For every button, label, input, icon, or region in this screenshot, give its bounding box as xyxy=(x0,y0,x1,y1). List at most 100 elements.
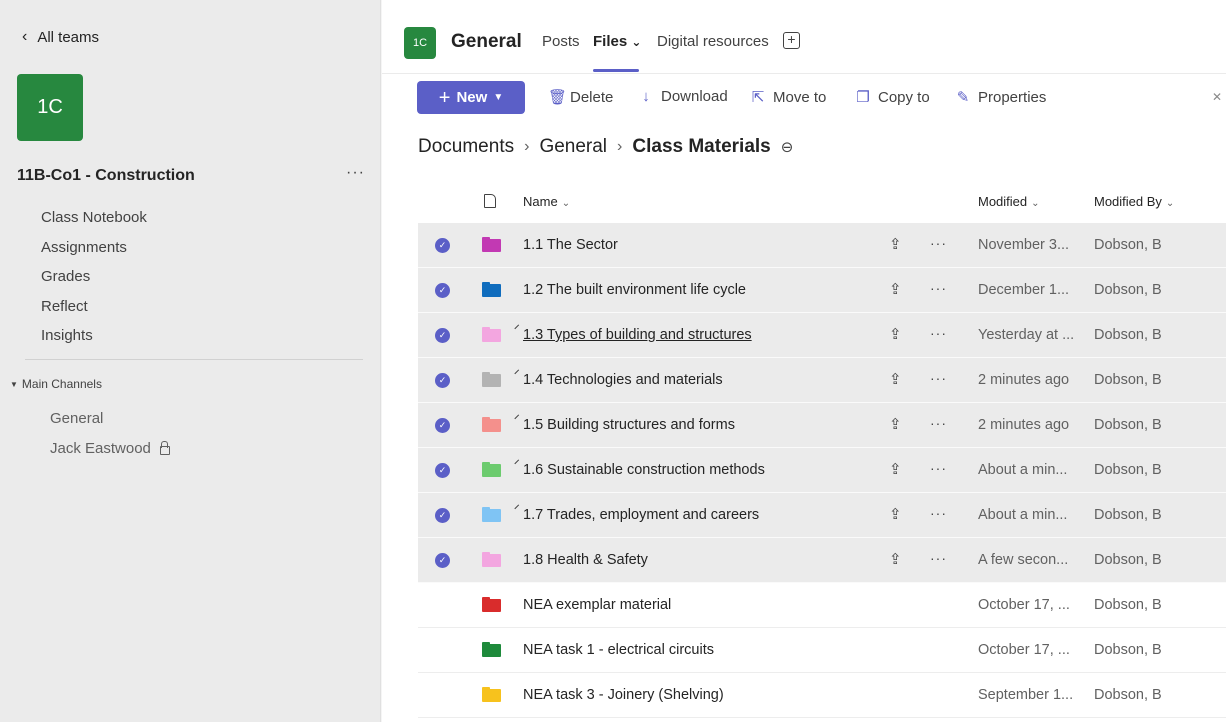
nav-item-assignments[interactable]: Assignments xyxy=(41,237,147,267)
more-actions-button[interactable]: ··· xyxy=(930,415,947,431)
checkmark-icon[interactable]: ✓ xyxy=(435,238,450,253)
more-actions-button[interactable]: ··· xyxy=(930,460,947,476)
checkmark-icon[interactable]: ✓ xyxy=(435,508,450,523)
tab-files[interactable]: Files ⌄ xyxy=(593,33,641,50)
sync-icon: ⸝ xyxy=(514,409,520,421)
channel-label: General xyxy=(50,410,104,427)
table-row[interactable]: NEA task 1 - electrical circuits October … xyxy=(418,628,1226,673)
file-name[interactable]: 1.8 Health & Safety xyxy=(523,552,648,568)
nav-item-grades[interactable]: Grades xyxy=(41,266,147,296)
channel-avatar: 1C xyxy=(404,27,436,59)
table-row[interactable]: ✓ 1.2 The built environment life cycle ⇪ ··… xyxy=(418,268,1226,313)
share-icon[interactable]: ⇪ xyxy=(889,235,902,253)
file-name[interactable]: 1.4 Technologies and materials xyxy=(523,372,723,388)
file-name[interactable]: 1.1 The Sector xyxy=(523,237,618,253)
new-button[interactable]: + New ▼ xyxy=(417,81,525,114)
checkmark-icon[interactable]: ✓ xyxy=(435,463,450,478)
folder-icon xyxy=(482,327,501,342)
tab-digital-resources[interactable]: Digital resources xyxy=(657,33,769,50)
file-modified: About a min... xyxy=(978,507,1068,523)
file-name[interactable]: 1.5 Building structures and forms xyxy=(523,417,735,433)
more-actions-button[interactable]: ··· xyxy=(930,550,947,566)
add-tab-icon[interactable]: + xyxy=(783,32,800,49)
team-name: 11B-Co1 - Construction xyxy=(17,167,195,184)
download-label: Download xyxy=(661,88,728,105)
folder-icon xyxy=(482,552,501,567)
table-row[interactable]: NEA exemplar material October 17, ... Dobs… xyxy=(418,583,1226,628)
table-row[interactable]: ✓ ⸝ 1.3 Types of building and structures ⇪ ·… xyxy=(418,313,1226,358)
share-icon[interactable]: ⇪ xyxy=(889,550,902,568)
share-icon[interactable]: ⇪ xyxy=(889,370,902,388)
folder-icon xyxy=(482,237,501,252)
file-modified-by: Dobson, B xyxy=(1094,687,1162,703)
close-icon[interactable]: ✕ xyxy=(1212,90,1222,104)
share-icon[interactable]: ⇪ xyxy=(889,325,902,343)
channel-item-jack-eastwood[interactable]: Jack Eastwood xyxy=(50,434,170,464)
column-header-name[interactable]: Name ⌄ xyxy=(523,194,570,209)
table-header: Name ⌄ Modified ⌄ Modified By ⌄ xyxy=(418,178,1226,222)
file-modified: 2 minutes ago xyxy=(978,417,1070,433)
copy-to-label: Copy to xyxy=(878,88,930,106)
folder-icon xyxy=(482,597,501,612)
checkmark-icon[interactable]: ✓ xyxy=(435,283,450,298)
file-name[interactable]: NEA task 1 - electrical circuits xyxy=(523,642,714,658)
table-row[interactable]: NEA task 3 - Joinery (Shelving) September… xyxy=(418,673,1226,718)
table-row[interactable]: ✓ ⸝ 1.5 Building structures and forms ⇪ ··· 2… xyxy=(418,403,1226,448)
checkmark-icon[interactable]: ✓ xyxy=(435,553,450,568)
breadcrumb-class-materials: Class Materials xyxy=(632,136,771,157)
move-to-button[interactable]: ⇱ Move to xyxy=(751,88,827,107)
team-avatar: 1C xyxy=(17,74,83,141)
delete-button[interactable]: 🗑 Delete xyxy=(548,88,613,107)
file-name[interactable]: 1.7 Trades, employment and careers xyxy=(523,507,759,523)
file-name[interactable]: 1.6 Sustainable construction methods xyxy=(523,462,765,478)
table-row[interactable]: ✓ 1.1 The Sector ⇪ ··· November 3... Dobson, … xyxy=(418,223,1226,268)
link-icon[interactable]: ⊖ xyxy=(781,138,794,156)
share-icon[interactable]: ⇪ xyxy=(889,460,902,478)
team-more-button[interactable]: ··· xyxy=(346,164,365,182)
file-name[interactable]: 1.2 The built environment life cycle xyxy=(523,282,746,298)
caret-down-icon: ▼ xyxy=(10,379,18,389)
file-modified: Yesterday at ... xyxy=(978,327,1075,343)
breadcrumb-documents[interactable]: Documents xyxy=(418,136,514,158)
table-row[interactable]: ✓ ⸝ 1.6 Sustainable construction methods ⇪ ·… xyxy=(418,448,1226,493)
nav-item-reflect[interactable]: Reflect xyxy=(41,296,147,326)
checkmark-icon[interactable]: ✓ xyxy=(435,418,450,433)
column-name-label: Name xyxy=(523,194,558,209)
share-icon[interactable]: ⇪ xyxy=(889,415,902,433)
file-name[interactable]: NEA task 3 - Joinery (Shelving) xyxy=(523,687,724,703)
column-header-modified[interactable]: Modified ⌄ xyxy=(978,194,1040,209)
sync-icon: ⸝ xyxy=(514,319,520,331)
breadcrumb-general[interactable]: General xyxy=(539,136,607,158)
file-name[interactable]: NEA exemplar material xyxy=(523,597,671,613)
column-header-modified-by[interactable]: Modified By ⌄ xyxy=(1094,194,1174,209)
all-teams-link[interactable]: ‹ All teams xyxy=(22,28,99,46)
more-actions-button[interactable]: ··· xyxy=(930,325,947,341)
team-sidebar: ‹ All teams 1C 11B-Co1 - Construction ··… xyxy=(0,0,381,722)
copy-to-button[interactable]: ❐ Copy to xyxy=(856,88,930,107)
table-row[interactable]: ✓ ⸝ 1.4 Technologies and materials ⇪ ··· 2 mi… xyxy=(418,358,1226,403)
properties-button[interactable]: ✎ Properties xyxy=(956,88,1047,107)
tab-posts[interactable]: Posts xyxy=(542,33,580,50)
file-modified: A few secon... xyxy=(978,552,1069,568)
file-modified: 2 minutes ago xyxy=(978,372,1070,388)
share-icon[interactable]: ⇪ xyxy=(889,505,902,523)
share-icon[interactable]: ⇪ xyxy=(889,280,902,298)
file-modified-by: Dobson, B xyxy=(1094,372,1162,388)
nav-item-class-notebook[interactable]: Class Notebook xyxy=(41,207,147,237)
table-row[interactable]: ✓ 1.8 Health & Safety ⇪ ··· A few secon... Do… xyxy=(418,538,1226,583)
download-button[interactable]: ↓ Download xyxy=(639,88,728,105)
nav-item-insights[interactable]: Insights xyxy=(41,325,147,355)
channel-item-general[interactable]: General xyxy=(50,404,169,434)
table-row[interactable]: ✓ ⸝ 1.7 Trades, employment and careers ⇪ ···… xyxy=(418,493,1226,538)
more-actions-button[interactable]: ··· xyxy=(930,505,947,521)
more-actions-button[interactable]: ··· xyxy=(930,280,947,296)
checkmark-icon[interactable]: ✓ xyxy=(435,373,450,388)
file-name[interactable]: 1.3 Types of building and structures xyxy=(523,327,752,343)
more-actions-button[interactable]: ··· xyxy=(930,235,947,251)
file-type-icon[interactable] xyxy=(484,194,496,208)
chevron-down-icon: ⌄ xyxy=(1031,198,1040,209)
chevron-right-icon: › xyxy=(617,138,623,155)
more-actions-button[interactable]: ··· xyxy=(930,370,947,386)
checkmark-icon[interactable]: ✓ xyxy=(435,328,450,343)
channels-section-toggle[interactable]: ▼ Main Channels xyxy=(10,377,102,391)
